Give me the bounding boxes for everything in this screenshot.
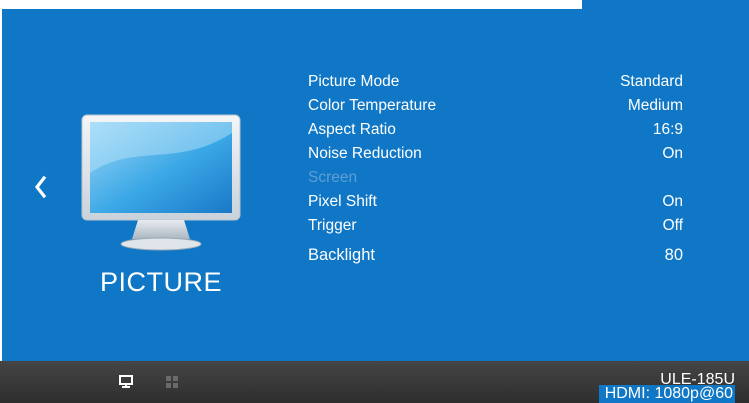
menu-item-value: 80: [664, 245, 683, 264]
monitor-icon: [81, 114, 241, 251]
menu-item-color-temperature[interactable]: Color Temperature Medium: [308, 94, 686, 118]
menu-item-value: On: [662, 193, 683, 210]
status-bar: ULE-185U HDMI: 1080p@60: [0, 361, 749, 403]
menu-item-label: Pixel Shift: [308, 193, 377, 210]
menu-item-aspect-ratio[interactable]: Aspect Ratio 16:9: [308, 118, 686, 142]
menu-item-pixel-shift[interactable]: Pixel Shift On: [308, 190, 686, 214]
grid-icon[interactable]: [165, 375, 179, 389]
osd-menu-panel: PICTURE Picture Mode Standard Color Temp…: [2, 9, 749, 361]
menu-item-label: Backlight: [308, 245, 375, 264]
menu-item-label: Noise Reduction: [308, 145, 422, 162]
settings-menu: Picture Mode Standard Color Temperature …: [308, 70, 686, 272]
monitor-small-icon[interactable]: [119, 375, 133, 389]
menu-item-value: 16:9: [652, 121, 683, 138]
chevron-left-icon[interactable]: [32, 175, 48, 199]
menu-item-trigger[interactable]: Trigger Off: [308, 214, 686, 238]
menu-item-value: On: [662, 145, 683, 162]
menu-item-noise-reduction[interactable]: Noise Reduction On: [308, 142, 686, 166]
menu-item-label: Screen: [308, 169, 358, 186]
menu-item-label: Aspect Ratio: [308, 121, 396, 138]
input-signal-info: HDMI: 1080p@60: [598, 385, 735, 403]
menu-item-value: Standard: [620, 73, 683, 90]
menu-item-label: Trigger: [308, 217, 357, 234]
menu-item-backlight[interactable]: Backlight 80: [308, 238, 686, 272]
top-panel-edge: [582, 0, 749, 9]
menu-item-picture-mode[interactable]: Picture Mode Standard: [308, 70, 686, 94]
menu-item-value: Medium: [627, 97, 683, 114]
menu-item-value: Off: [662, 217, 683, 234]
menu-item-screen: Screen: [308, 166, 686, 190]
menu-item-label: Color Temperature: [308, 97, 437, 114]
menu-item-label: Picture Mode: [308, 73, 400, 90]
section-title: PICTURE: [99, 267, 222, 297]
